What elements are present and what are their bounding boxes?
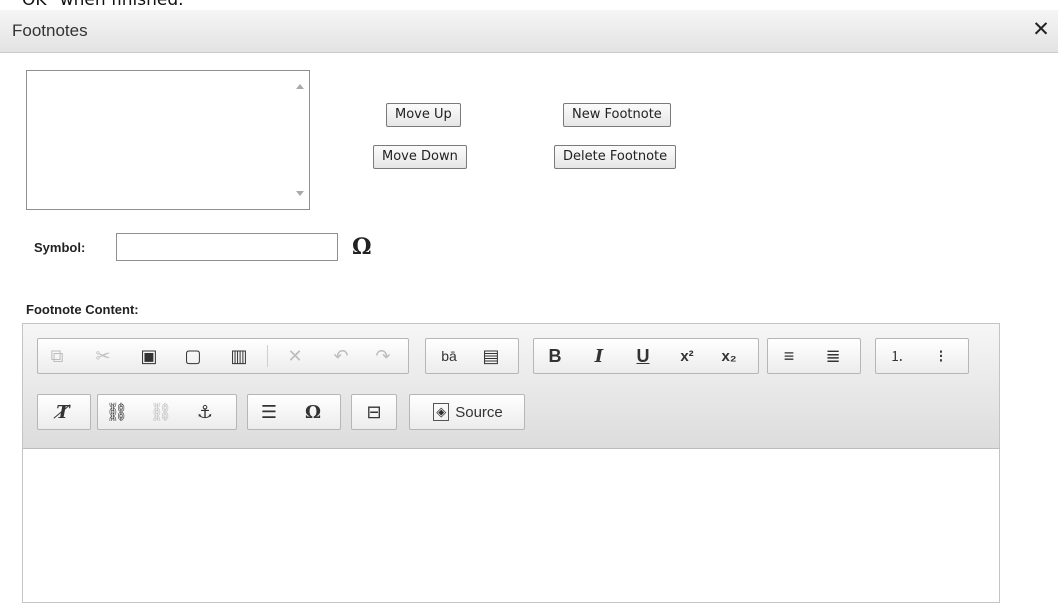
paste-icon[interactable]: ▣ (134, 339, 164, 373)
cut-icon[interactable]: ✂ (88, 339, 118, 373)
toolbar-group-find: bā ▤ (425, 338, 519, 374)
templates-icon[interactable]: ⊟ (359, 395, 389, 429)
toolbar-group-links: ⛓ ⛓ ⚓ (97, 394, 237, 430)
horizontal-line-icon[interactable]: ☰ (254, 395, 284, 429)
superscript-icon[interactable]: x² (672, 339, 702, 373)
dialog-title: Footnotes (12, 21, 88, 40)
underline-icon[interactable]: U (628, 339, 658, 373)
select-all-icon[interactable]: ▤ (476, 339, 506, 373)
subscript-icon[interactable]: x₂ (714, 339, 744, 373)
toolbar-group-align: ≡ ≣ (767, 338, 861, 374)
move-up-button[interactable]: Move Up (386, 103, 461, 127)
dialog-titlebar: Footnotes ✕ (0, 10, 1058, 53)
footnote-content-editor[interactable]: ⧉ ✂ ▣ ▢ ▥ ✕ ↶ ↷ bā ▤ B I U x² x₂ ≡ ≣ ⒈ ⁝ (22, 323, 1000, 603)
find-replace-icon[interactable]: bā (434, 339, 464, 373)
scroll-up-arrow-icon[interactable] (296, 84, 304, 89)
copy-icon[interactable]: ⧉ (42, 339, 72, 373)
toolbar-group-clipboard: ⧉ ✂ ▣ ▢ ▥ ✕ ↶ ↷ (37, 338, 409, 374)
delete-footnote-button[interactable]: Delete Footnote (554, 145, 677, 169)
source-icon: ◈ (433, 403, 450, 421)
footnote-list[interactable] (26, 70, 310, 210)
remove-format-icon[interactable]: T̸ (48, 395, 78, 429)
italic-icon[interactable]: I (584, 339, 614, 373)
move-down-button[interactable]: Move Down (373, 145, 467, 169)
close-icon[interactable]: ✕ (1030, 18, 1052, 42)
footnote-content-label: Footnote Content: (26, 302, 139, 317)
toolbar-separator (267, 345, 268, 367)
numbered-list-icon[interactable]: ⒈ (882, 339, 912, 373)
instruction-text-fragment: OK" when finished. (22, 0, 184, 10)
bulleted-list-icon[interactable]: ⁝ (926, 339, 956, 373)
unlink-icon[interactable]: ⛓ (146, 395, 176, 429)
toolbar-group-lists: ⒈ ⁝ (875, 338, 969, 374)
paste-word-icon[interactable]: ▥ (224, 339, 254, 373)
toolbar-group-source: ◈ Source (409, 394, 525, 430)
toolbar-group-format: T̸ (37, 394, 91, 430)
source-button[interactable]: ◈ Source (416, 395, 520, 429)
undo-icon[interactable]: ↶ (326, 339, 356, 373)
special-char-icon[interactable]: Ω (352, 233, 372, 261)
remove-item-icon[interactable]: ✕ (280, 339, 310, 373)
symbol-label: Symbol: (34, 240, 86, 255)
symbol-input[interactable] (116, 233, 338, 261)
list-scrollbar[interactable] (292, 71, 309, 209)
editor-content-area[interactable] (23, 448, 999, 598)
source-label: Source (455, 403, 503, 421)
toolbar-group-templates: ⊟ (351, 394, 397, 430)
align-left-icon[interactable]: ≡ (774, 339, 804, 373)
toolbar-group-insert: ☰ Ω (247, 394, 341, 430)
paste-text-icon[interactable]: ▢ (178, 339, 208, 373)
link-icon[interactable]: ⛓ (102, 395, 132, 429)
bold-icon[interactable]: B (540, 339, 570, 373)
justify-icon[interactable]: ≣ (818, 339, 848, 373)
special-char-icon[interactable]: Ω (298, 395, 328, 429)
scroll-down-arrow-icon[interactable] (296, 191, 304, 196)
new-footnote-button[interactable]: New Footnote (563, 103, 671, 127)
toolbar-group-basic-styles: B I U x² x₂ (533, 338, 759, 374)
anchor-icon[interactable]: ⚓ (190, 395, 220, 429)
editor-toolbar: ⧉ ✂ ▣ ▢ ▥ ✕ ↶ ↷ bā ▤ B I U x² x₂ ≡ ≣ ⒈ ⁝ (23, 324, 999, 449)
redo-icon[interactable]: ↷ (368, 339, 398, 373)
